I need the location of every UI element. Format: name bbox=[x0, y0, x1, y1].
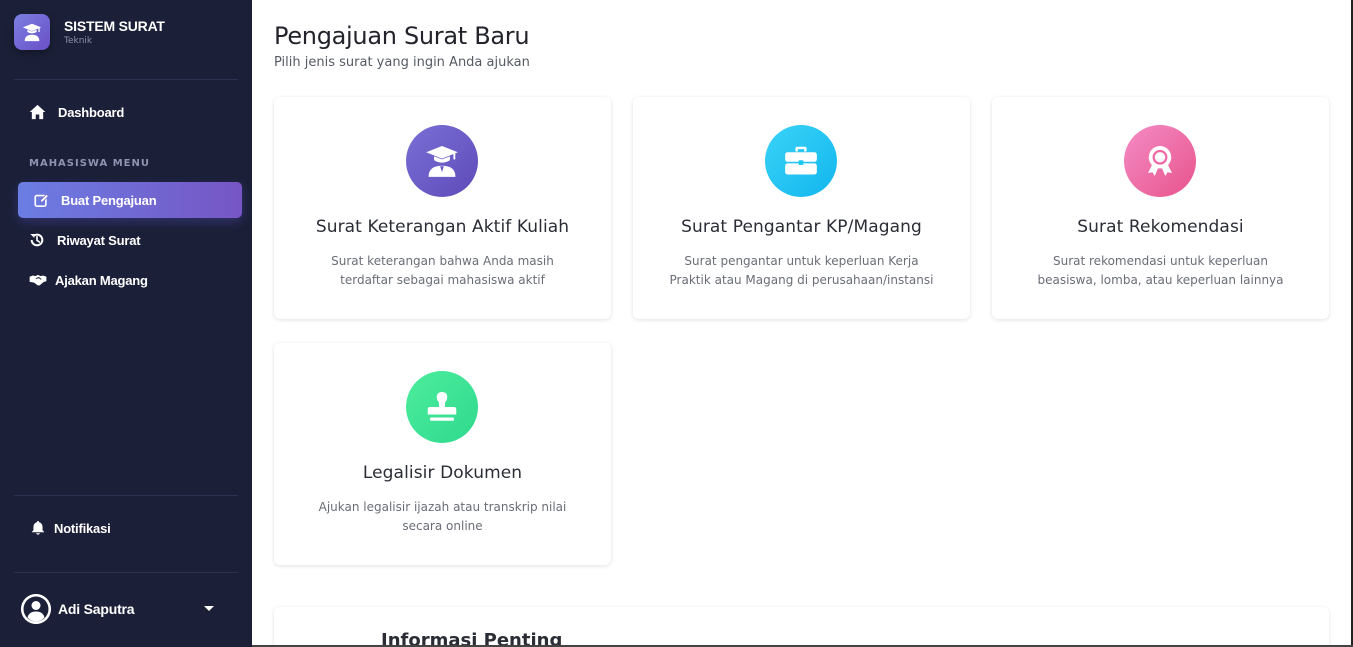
sidebar-item-label: Buat Pengajuan bbox=[61, 192, 157, 208]
user-name: Adi Saputra bbox=[58, 601, 135, 617]
avatar bbox=[21, 594, 51, 624]
edit-icon bbox=[34, 193, 49, 207]
handshake-icon bbox=[29, 274, 47, 286]
divider bbox=[14, 495, 238, 496]
graduate-logo-icon bbox=[14, 14, 50, 50]
sidebar: SISTEM SURAT Teknik Dashboard MAHASISWA … bbox=[0, 0, 252, 647]
sidebar-item-buat-pengajuan[interactable]: Buat Pengajuan bbox=[18, 182, 242, 218]
divider bbox=[14, 572, 238, 573]
graduate-icon bbox=[406, 125, 478, 197]
section-label: MAHASISWA MENU bbox=[29, 158, 150, 169]
chevron-down-icon[interactable] bbox=[204, 606, 214, 611]
sidebar-item-dashboard[interactable]: Dashboard bbox=[29, 104, 124, 120]
card-title: Surat Rekomendasi bbox=[1077, 217, 1244, 237]
sidebar-item-label: Ajakan Magang bbox=[55, 272, 148, 288]
history-icon bbox=[30, 233, 44, 247]
card-title: Surat Pengantar KP/Magang bbox=[681, 217, 922, 237]
sidebar-item-notifikasi[interactable]: Notifikasi bbox=[31, 520, 111, 536]
brand-subtitle: Teknik bbox=[64, 35, 93, 46]
brand-title: SISTEM SURAT bbox=[64, 17, 165, 34]
main-content: Pengajuan Surat Baru Pilih jenis surat y… bbox=[252, 0, 1353, 647]
card-surat-keterangan-aktif[interactable]: Surat Keterangan Aktif Kuliah Surat kete… bbox=[274, 97, 611, 319]
divider bbox=[14, 79, 238, 80]
home-icon bbox=[29, 104, 46, 120]
card-surat-rekomendasi[interactable]: Surat Rekomendasi Surat rekomendasi untu… bbox=[992, 97, 1329, 319]
card-legalisir-dokumen[interactable]: Legalisir Dokumen Ajukan legalisir ijaza… bbox=[274, 343, 611, 565]
sidebar-item-riwayat-surat[interactable]: Riwayat Surat bbox=[29, 232, 141, 248]
sidebar-item-label: Dashboard bbox=[58, 104, 125, 120]
briefcase-icon bbox=[765, 125, 837, 197]
page-subtitle: Pilih jenis surat yang ingin Anda ajukan bbox=[274, 55, 530, 70]
award-icon bbox=[1124, 125, 1196, 197]
info-card: Informasi Penting bbox=[274, 607, 1329, 647]
bell-icon bbox=[31, 521, 45, 535]
card-title: Surat Keterangan Aktif Kuliah bbox=[315, 217, 570, 237]
card-surat-pengantar-kp[interactable]: Surat Pengantar KP/Magang Surat penganta… bbox=[633, 97, 970, 319]
sidebar-item-label: Riwayat Surat bbox=[57, 232, 141, 248]
user-avatar-icon bbox=[21, 594, 51, 624]
card-description: Surat keterangan bahwa Anda masih terdaf… bbox=[331, 254, 554, 287]
brand[interactable]: SISTEM SURAT Teknik bbox=[14, 14, 165, 50]
stamp-icon bbox=[406, 371, 478, 443]
user-menu[interactable]: Adi Saputra bbox=[21, 594, 135, 624]
card-description: Surat pengantar untuk keperluan Kerja Pr… bbox=[669, 254, 934, 287]
sidebar-item-ajakan-magang[interactable]: Ajakan Magang bbox=[29, 272, 148, 288]
page-title: Pengajuan Surat Baru bbox=[274, 22, 530, 50]
card-description: Surat rekomendasi untuk keperluan beasis… bbox=[1037, 254, 1284, 287]
sidebar-item-label: Notifikasi bbox=[54, 520, 111, 536]
card-title: Legalisir Dokumen bbox=[362, 463, 523, 483]
card-description: Ajukan legalisir ijazah atau transkrip n… bbox=[318, 500, 567, 533]
